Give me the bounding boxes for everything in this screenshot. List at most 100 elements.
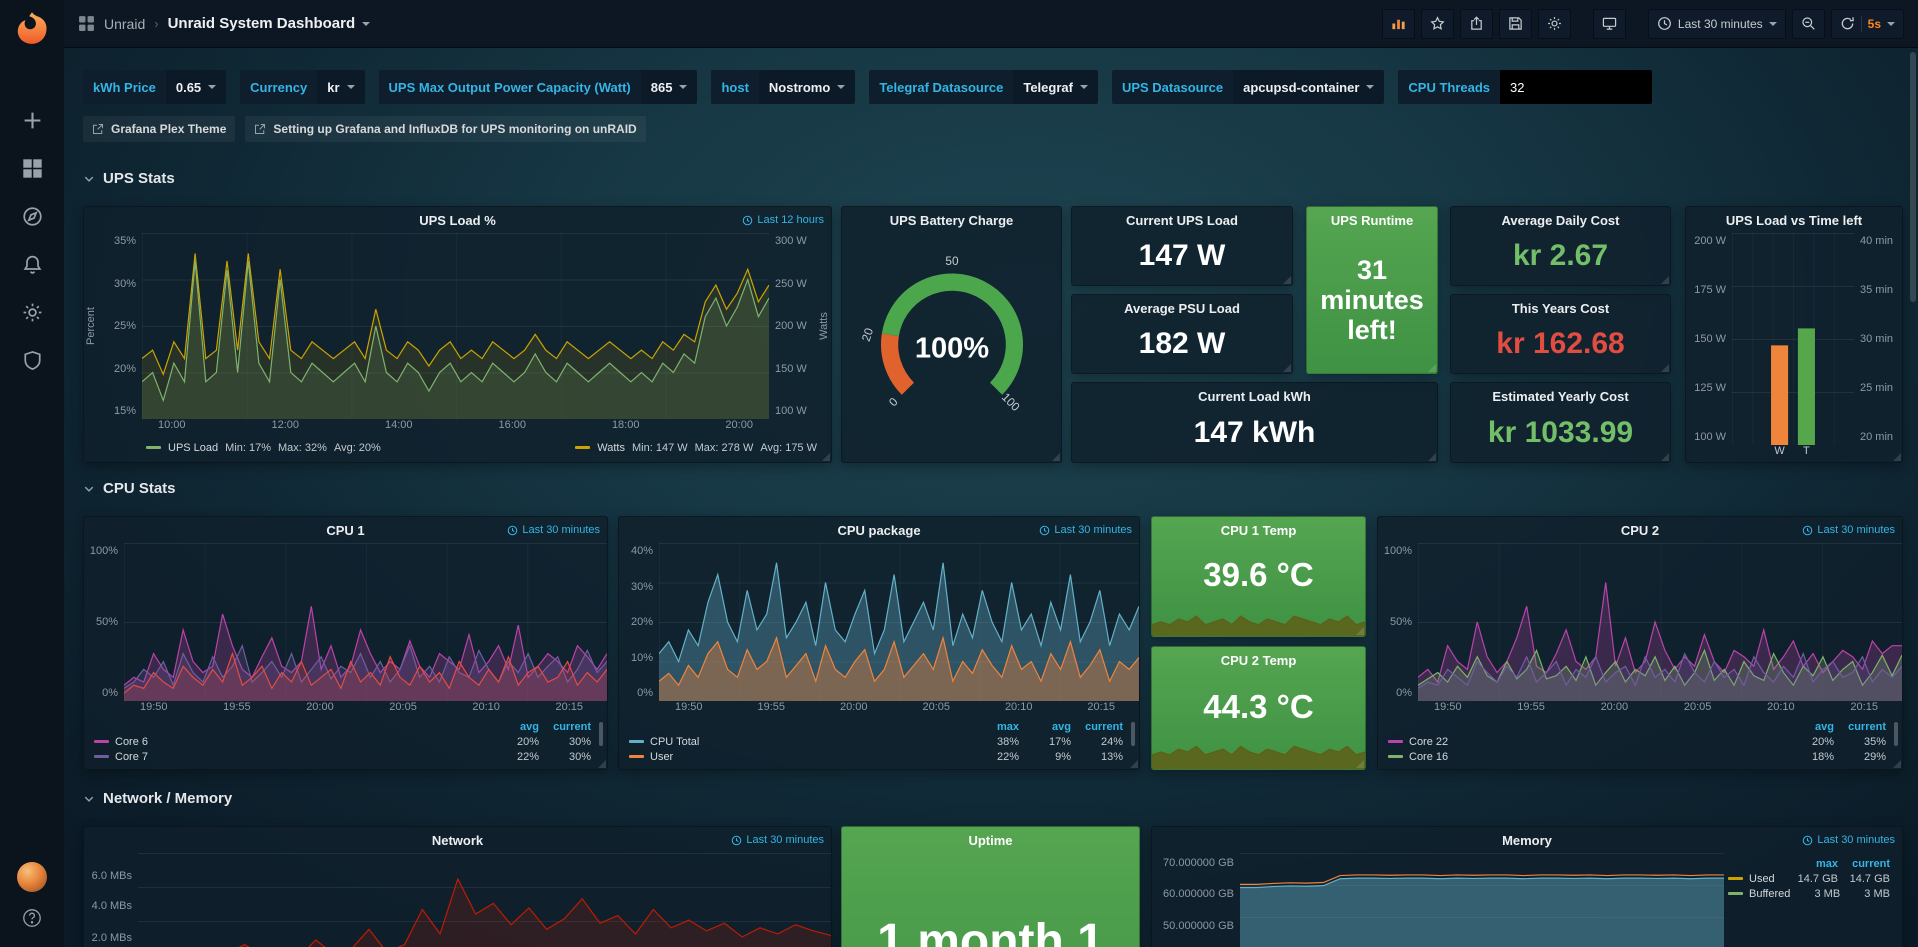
link-ups-monitoring-guide[interactable]: Setting up Grafana and InfluxDB for UPS … [245, 116, 645, 142]
sidebar-item-dashboards[interactable] [9, 147, 55, 189]
dashboard-settings-button[interactable] [1538, 9, 1571, 39]
legend-item[interactable]: Core 1618%29% [1388, 749, 1886, 764]
grafana-flame-icon [11, 10, 53, 52]
legend-scrollbar-thumb[interactable] [599, 722, 603, 746]
link-grafana-plex-theme[interactable]: Grafana Plex Theme [83, 116, 235, 142]
zoom-out-icon [1801, 16, 1816, 31]
panel-title[interactable]: Average PSU Load [1124, 301, 1240, 316]
variable-value-dropdown[interactable]: 0.65 [166, 70, 226, 104]
variable-ups-max-output: UPS Max Output Power Capacity (Watt) 865 [379, 70, 698, 104]
panel-title[interactable]: CPU package [837, 523, 920, 538]
sidebar-item-create[interactable] [9, 99, 55, 141]
row-header-cpu-stats[interactable]: CPU Stats [83, 480, 176, 497]
panel-title[interactable]: UPS Runtime [1331, 213, 1413, 228]
refresh-interval-label: 5s [1868, 17, 1881, 31]
cycle-view-button[interactable] [1593, 9, 1626, 39]
legend-item[interactable]: CPU Total38%17%24% [629, 734, 1123, 749]
plot-area[interactable] [1418, 543, 1902, 701]
panel-cpu2: CPU 2 Last 30 minutes 100%50%0% 19:5019:… [1377, 516, 1903, 770]
legend: avgcurrent Core 2220%35% Core 1618%29% [1378, 718, 1902, 769]
breadcrumb-org[interactable]: Unraid [104, 16, 145, 32]
legend-scrollbar-thumb[interactable] [1894, 722, 1898, 746]
add-panel-button[interactable] [1382, 9, 1415, 39]
plot-area[interactable] [659, 543, 1139, 701]
panel-title[interactable]: Average Daily Cost [1501, 213, 1619, 228]
panel-title[interactable]: CPU 1 Temp [1221, 523, 1297, 538]
apps-grid-icon[interactable] [78, 15, 95, 32]
panel-title[interactable]: Memory [1502, 833, 1552, 848]
panel-ups-runtime: UPS Runtime 31 minutes left! [1306, 206, 1438, 374]
row-header-ups-stats[interactable]: UPS Stats [83, 170, 175, 187]
panel-title[interactable]: CPU 2 [1621, 523, 1659, 538]
variable-telegraf-datasource: Telegraf Datasource Telegraf [869, 70, 1098, 104]
panel-time-override: Last 30 minutes [1802, 834, 1895, 846]
save-button[interactable] [1499, 9, 1532, 39]
series-color-swatch [1388, 755, 1403, 758]
panel-title[interactable]: Network [432, 833, 483, 848]
grafana-logo[interactable] [11, 10, 53, 52]
panel-title[interactable]: Uptime [968, 833, 1012, 848]
legend-item[interactable]: Core 2220%35% [1388, 734, 1886, 749]
panel-title[interactable]: UPS Load vs Time left [1726, 213, 1862, 228]
plot-area[interactable] [1732, 233, 1854, 445]
variable-value-dropdown[interactable]: kr [317, 70, 364, 104]
legend-item[interactable]: User22%9%13% [629, 749, 1123, 764]
legend-item[interactable]: WattsMin: 147 WMax: 278 WAvg: 175 W [575, 442, 817, 454]
external-link-icon [254, 123, 266, 135]
plot-area[interactable] [1240, 853, 1724, 947]
dashboard-title-dropdown[interactable]: Unraid System Dashboard [168, 15, 371, 32]
x-axis: 19:5019:5520:0020:0520:1020:15 [124, 701, 599, 718]
x-axis: 19:5019:5520:0020:0520:1020:15 [659, 701, 1131, 718]
variable-value-dropdown[interactable]: Nostromo [759, 70, 855, 104]
scrollbar-thumb[interactable] [1910, 52, 1916, 302]
variable-label: UPS Datasource [1112, 70, 1233, 104]
panel-title[interactable]: Current Load kWh [1198, 389, 1311, 404]
y-axis-left: 70.000000 GB 60.000000 GB 50.000000 GB [1152, 853, 1240, 947]
zoom-out-button[interactable] [1792, 9, 1825, 39]
legend-item[interactable]: UPS LoadMin: 17%Max: 32%Avg: 20% [146, 442, 381, 454]
variable-value-dropdown[interactable]: Telegraf [1013, 70, 1098, 104]
share-button[interactable] [1460, 9, 1493, 39]
panel-title[interactable]: UPS Load % [419, 213, 496, 228]
refresh-button[interactable]: 5s [1831, 9, 1904, 39]
panel-title[interactable]: Estimated Yearly Cost [1492, 389, 1628, 404]
panel-time-override: Last 30 minutes [731, 834, 824, 846]
legend-item[interactable]: Buffered3 MB3 MB [1728, 886, 1890, 901]
legend-item[interactable]: Used14.7 GB14.7 GB [1728, 871, 1890, 886]
panel-title[interactable]: Current UPS Load [1126, 213, 1238, 228]
plot-area[interactable] [138, 853, 831, 947]
sidebar-item-explore[interactable] [9, 195, 55, 237]
sidebar-item-configuration[interactable] [9, 291, 55, 333]
bar-chart-icon [1391, 16, 1406, 31]
star-button[interactable] [1421, 9, 1454, 39]
panel-title[interactable]: UPS Battery Charge [890, 213, 1014, 228]
plot-area[interactable] [124, 543, 607, 701]
user-avatar[interactable] [17, 862, 47, 892]
help-button[interactable] [22, 908, 42, 931]
row-header-network-memory[interactable]: Network / Memory [83, 790, 232, 807]
chevron-down-icon [1366, 85, 1374, 89]
sidebar-item-alerting[interactable] [9, 243, 55, 285]
stat-value: 44.3 °C [1152, 673, 1365, 741]
gear-icon [22, 302, 43, 323]
panel-title[interactable]: CPU 2 Temp [1221, 653, 1297, 668]
variable-kwh-price: kWh Price 0.65 [83, 70, 226, 104]
variable-value-dropdown[interactable]: 865 [641, 70, 698, 104]
plot-area[interactable] [142, 233, 769, 419]
variable-value-dropdown[interactable]: apcupsd-container [1233, 70, 1384, 104]
gauge-value: 100% [914, 332, 988, 364]
panel-title[interactable]: This Years Cost [1512, 301, 1609, 316]
chevron-down-icon [837, 85, 845, 89]
chevron-down-icon [83, 793, 95, 805]
panel-title[interactable]: CPU 1 [326, 523, 364, 538]
shield-icon [22, 350, 43, 371]
legend-scrollbar-thumb[interactable] [1131, 722, 1135, 746]
clock-icon [742, 215, 753, 226]
cpu-threads-input[interactable]: 32 [1500, 70, 1652, 104]
clock-icon [1657, 16, 1672, 31]
legend: maxcurrent Used14.7 GB14.7 GB Buffered3 … [1724, 853, 1902, 947]
legend-item[interactable]: Core 722%30% [94, 749, 591, 764]
legend-item[interactable]: Core 620%30% [94, 734, 591, 749]
sidebar-item-server-admin[interactable] [9, 339, 55, 381]
time-range-picker[interactable]: Last 30 minutes [1648, 9, 1786, 39]
